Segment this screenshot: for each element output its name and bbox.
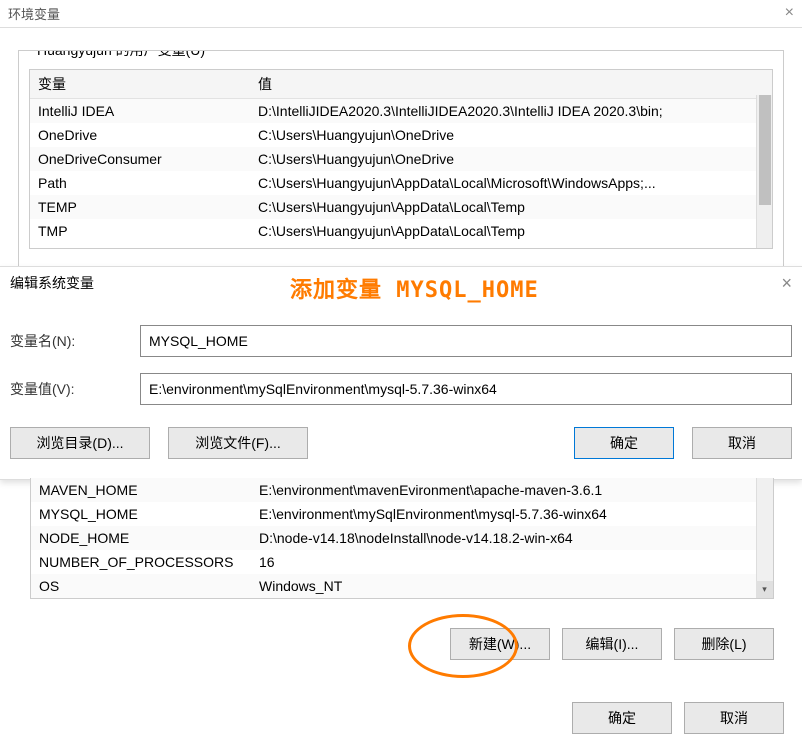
table-row[interactable]: MAVEN_HOME E:\environment\mavenEvironmen… [31,478,773,502]
back-title-bar: 环境变量 × [0,0,802,28]
browse-dir-button[interactable]: 浏览目录(D)... [10,427,150,459]
table-row[interactable]: Path C:\Users\Huangyujun\AppData\Local\M… [30,171,772,195]
user-vars-group-title: Huangyujun 的用户变量(U) [31,50,211,60]
cell-val: Windows_NT [251,574,773,598]
cancel-button[interactable]: 取消 [692,427,792,459]
table-row[interactable]: NODE_HOME D:\node-v14.18\nodeInstall\nod… [31,526,773,550]
table-row[interactable]: IntelliJ IDEA D:\IntelliJIDEA2020.3\Inte… [30,99,772,123]
user-vars-table[interactable]: 变量 值 IntelliJ IDEA D:\IntelliJIDEA2020.3… [29,69,773,249]
var-value-input[interactable] [140,373,792,405]
var-value-label: 变量值(V): [10,379,140,399]
cell-var: MYSQL_HOME [31,502,251,526]
cell-val: C:\Users\Huangyujun\OneDrive [250,147,772,171]
outer-ok-button[interactable]: 确定 [572,702,672,734]
ok-button[interactable]: 确定 [574,427,674,459]
close-icon[interactable]: × [781,273,792,294]
cell-var: Path [30,171,250,195]
table-row[interactable]: OS Windows_NT [31,574,773,598]
cell-var: TEMP [30,195,250,219]
cell-var: OS [31,574,251,598]
edit-button[interactable]: 编辑(I)... [562,628,662,660]
scrollbar[interactable]: ▾ [756,478,773,598]
cell-var: TMP [30,219,250,243]
scroll-down-arrow-icon[interactable]: ▾ [756,581,773,598]
table-row[interactable]: MYSQL_HOME E:\environment\mySqlEnvironme… [31,502,773,526]
scroll-thumb[interactable] [759,95,771,205]
col-header-variable[interactable]: 变量 [30,70,250,98]
scrollbar[interactable] [756,95,772,248]
cell-val: E:\environment\mySqlEnvironment\mysql-5.… [251,502,773,526]
cell-val: D:\node-v14.18\nodeInstall\node-v14.18.2… [251,526,773,550]
close-icon[interactable]: × [785,4,794,22]
user-vars-body: IntelliJ IDEA D:\IntelliJIDEA2020.3\Inte… [30,99,772,243]
table-header: 变量 值 [30,70,772,99]
cell-val: D:\IntelliJIDEA2020.3\IntelliJIDEA2020.3… [250,99,772,123]
cell-val: C:\Users\Huangyujun\AppData\Local\Micros… [250,171,772,195]
var-name-label: 变量名(N): [10,331,140,351]
cell-val: C:\Users\Huangyujun\OneDrive [250,123,772,147]
table-row[interactable]: TMP C:\Users\Huangyujun\AppData\Local\Te… [30,219,772,243]
back-window-title: 环境变量 [8,4,60,23]
browse-file-button[interactable]: 浏览文件(F)... [168,427,308,459]
table-row[interactable]: NUMBER_OF_PROCESSORS 16 [31,550,773,574]
cell-val: E:\environment\mavenEvironment\apache-ma… [251,478,773,502]
cell-val: C:\Users\Huangyujun\AppData\Local\Temp [250,219,772,243]
outer-cancel-button[interactable]: 取消 [684,702,784,734]
cell-var: NUMBER_OF_PROCESSORS [31,550,251,574]
cell-var: OneDrive [30,123,250,147]
cell-var: MAVEN_HOME [31,478,251,502]
col-header-value[interactable]: 值 [250,70,772,98]
delete-button[interactable]: 删除(L) [674,628,774,660]
cell-var: NODE_HOME [31,526,251,550]
env-vars-window: 环境变量 × Huangyujun 的用户变量(U) 变量 值 IntelliJ… [0,0,802,280]
edit-dialog-title: 编辑系统变量 [10,273,94,293]
new-button[interactable]: 新建(W)... [450,628,550,660]
annotation-text: 添加变量 MYSQL_HOME [290,272,539,304]
table-row[interactable]: OneDrive C:\Users\Huangyujun\OneDrive [30,123,772,147]
system-vars-table[interactable]: MAVEN_HOME E:\environment\mavenEvironmen… [30,478,774,599]
var-name-input[interactable] [140,325,792,357]
cell-val: C:\Users\Huangyujun\AppData\Local\Temp [250,195,772,219]
cell-val: 16 [251,550,773,574]
user-vars-group: Huangyujun 的用户变量(U) 变量 值 IntelliJ IDEA D… [18,50,784,270]
table-row[interactable]: TEMP C:\Users\Huangyujun\AppData\Local\T… [30,195,772,219]
cell-var: OneDriveConsumer [30,147,250,171]
cell-var: IntelliJ IDEA [30,99,250,123]
table-row[interactable]: OneDriveConsumer C:\Users\Huangyujun\One… [30,147,772,171]
